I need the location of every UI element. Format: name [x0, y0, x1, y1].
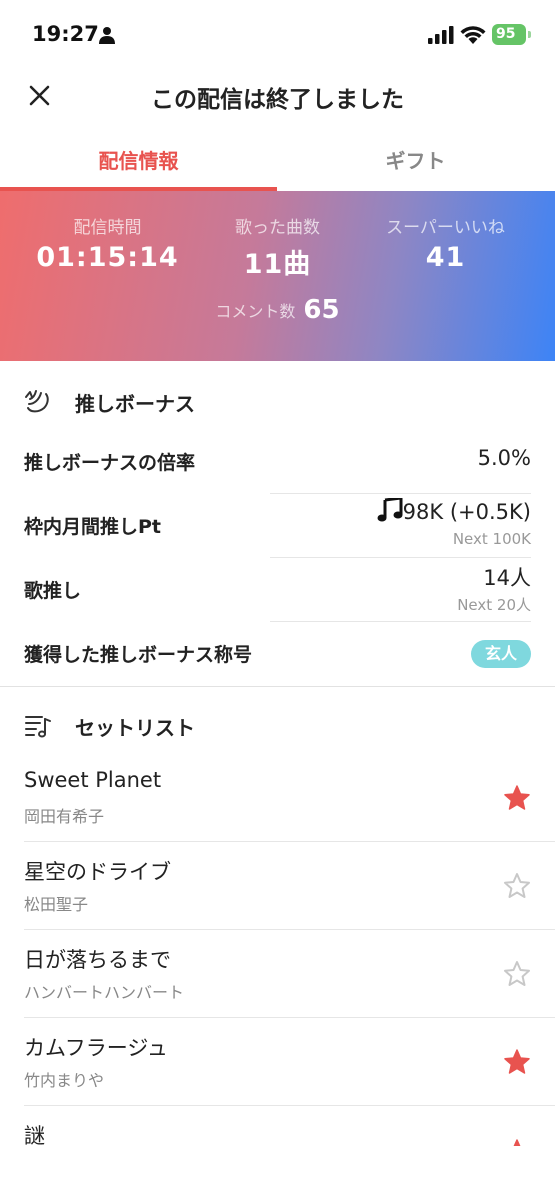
- oshi-rate-value: 5.0%: [477, 446, 531, 470]
- stat-super-likes-label: スーパーいいね: [386, 218, 505, 238]
- setlist-item[interactable]: Sweet Planet 岡田有希子: [0, 754, 555, 842]
- music-note-icon: [377, 496, 403, 522]
- tab-stream-info[interactable]: 配信情報: [0, 145, 277, 174]
- song-title: Sweet Planet: [24, 768, 162, 792]
- music-list-icon: [25, 716, 51, 738]
- stat-songs-value: 11曲: [243, 249, 312, 280]
- song-artist: 竹内まりや: [24, 1071, 105, 1090]
- stat-songs-label: 歌った曲数: [235, 218, 320, 238]
- wifi-icon: [460, 26, 486, 44]
- song-oshi-value: 14人: [483, 566, 531, 590]
- title-earned-label: 獲得した推しボーナス称号: [24, 644, 253, 666]
- oshi-rate-label: 推しボーナスの倍率: [24, 452, 196, 474]
- battery-indicator: 95: [492, 24, 526, 45]
- setlist-item[interactable]: 星空のドライブ 松田聖子: [0, 842, 555, 930]
- song-oshi-next: Next 20人: [457, 596, 531, 614]
- song-artist: 岡田有希子: [24, 807, 105, 826]
- oshi-bonus-title: 推しボーナス: [75, 392, 195, 416]
- battery-tip: [528, 31, 531, 38]
- star-icon[interactable]: [503, 872, 531, 900]
- page-title: この配信は終了しました: [151, 87, 404, 113]
- song-oshi-row: 歌推し 14人 Next 20人: [0, 558, 555, 622]
- stat-songs: 歌った曲数 11曲: [185, 213, 370, 281]
- monthly-points-value-wrap: 98K (+0.5K): [377, 496, 531, 524]
- oshi-rate-row: 推しボーナスの倍率 5.0%: [0, 430, 555, 494]
- stat-duration: 配信時間 01:15:14: [15, 213, 200, 273]
- song-title: 日が落ちるまで: [24, 948, 171, 972]
- setlist-item[interactable]: カムフラージュ 竹内まりや: [0, 1018, 555, 1106]
- title-badge: 玄人: [470, 640, 531, 668]
- stat-duration-label: 配信時間: [73, 218, 142, 238]
- stat-comments-label: コメント数: [215, 302, 296, 321]
- stat-super-likes-value: 41: [425, 242, 466, 273]
- monthly-points-next: Next 100K: [452, 530, 531, 548]
- person-icon: [99, 27, 115, 44]
- setlist-header: セットリスト: [0, 696, 555, 756]
- star-icon[interactable]: [503, 784, 531, 812]
- stat-comments: コメント数 65: [0, 295, 555, 325]
- song-title: カムフラージュ: [24, 1036, 168, 1060]
- wing-icon: [25, 390, 49, 413]
- signal-icon: [428, 26, 454, 44]
- star-icon[interactable]: [503, 1048, 531, 1076]
- status-time: 19:27: [32, 22, 99, 46]
- section-divider: [0, 686, 555, 687]
- monthly-points-row: 枠内月間推しPt 98K (+0.5K) Next 100K: [0, 494, 555, 558]
- setlist-title: セットリスト: [75, 716, 195, 740]
- status-bar: 19:27 95: [0, 0, 555, 70]
- star-icon[interactable]: [503, 960, 531, 988]
- stat-duration-value: 01:15:14: [36, 242, 179, 273]
- song-artist: ハンバートハンバート: [24, 983, 185, 1002]
- stat-comments-value: 65: [303, 295, 340, 325]
- setlist-item[interactable]: 日が落ちるまで ハンバートハンバート: [0, 930, 555, 1018]
- monthly-points-label: 枠内月間推しPt: [24, 516, 162, 538]
- bottom-fade: [0, 1146, 555, 1200]
- song-oshi-label: 歌推し: [24, 580, 82, 602]
- tab-gift[interactable]: ギフト: [277, 145, 554, 174]
- song-artist: 松田聖子: [24, 895, 89, 914]
- oshi-bonus-header: 推しボーナス: [0, 372, 555, 432]
- title-earned-row: 獲得した推しボーナス称号 玄人: [0, 622, 555, 686]
- setlist-item[interactable]: 謎: [0, 1106, 555, 1200]
- stats-banner: 配信時間 01:15:14 歌った曲数 11曲 スーパーいいね 41 コメント数…: [0, 191, 555, 361]
- monthly-points-value: 98K (+0.5K): [402, 500, 531, 524]
- song-title: 星空のドライブ: [24, 860, 171, 884]
- stat-super-likes: スーパーいいね 41: [353, 213, 538, 273]
